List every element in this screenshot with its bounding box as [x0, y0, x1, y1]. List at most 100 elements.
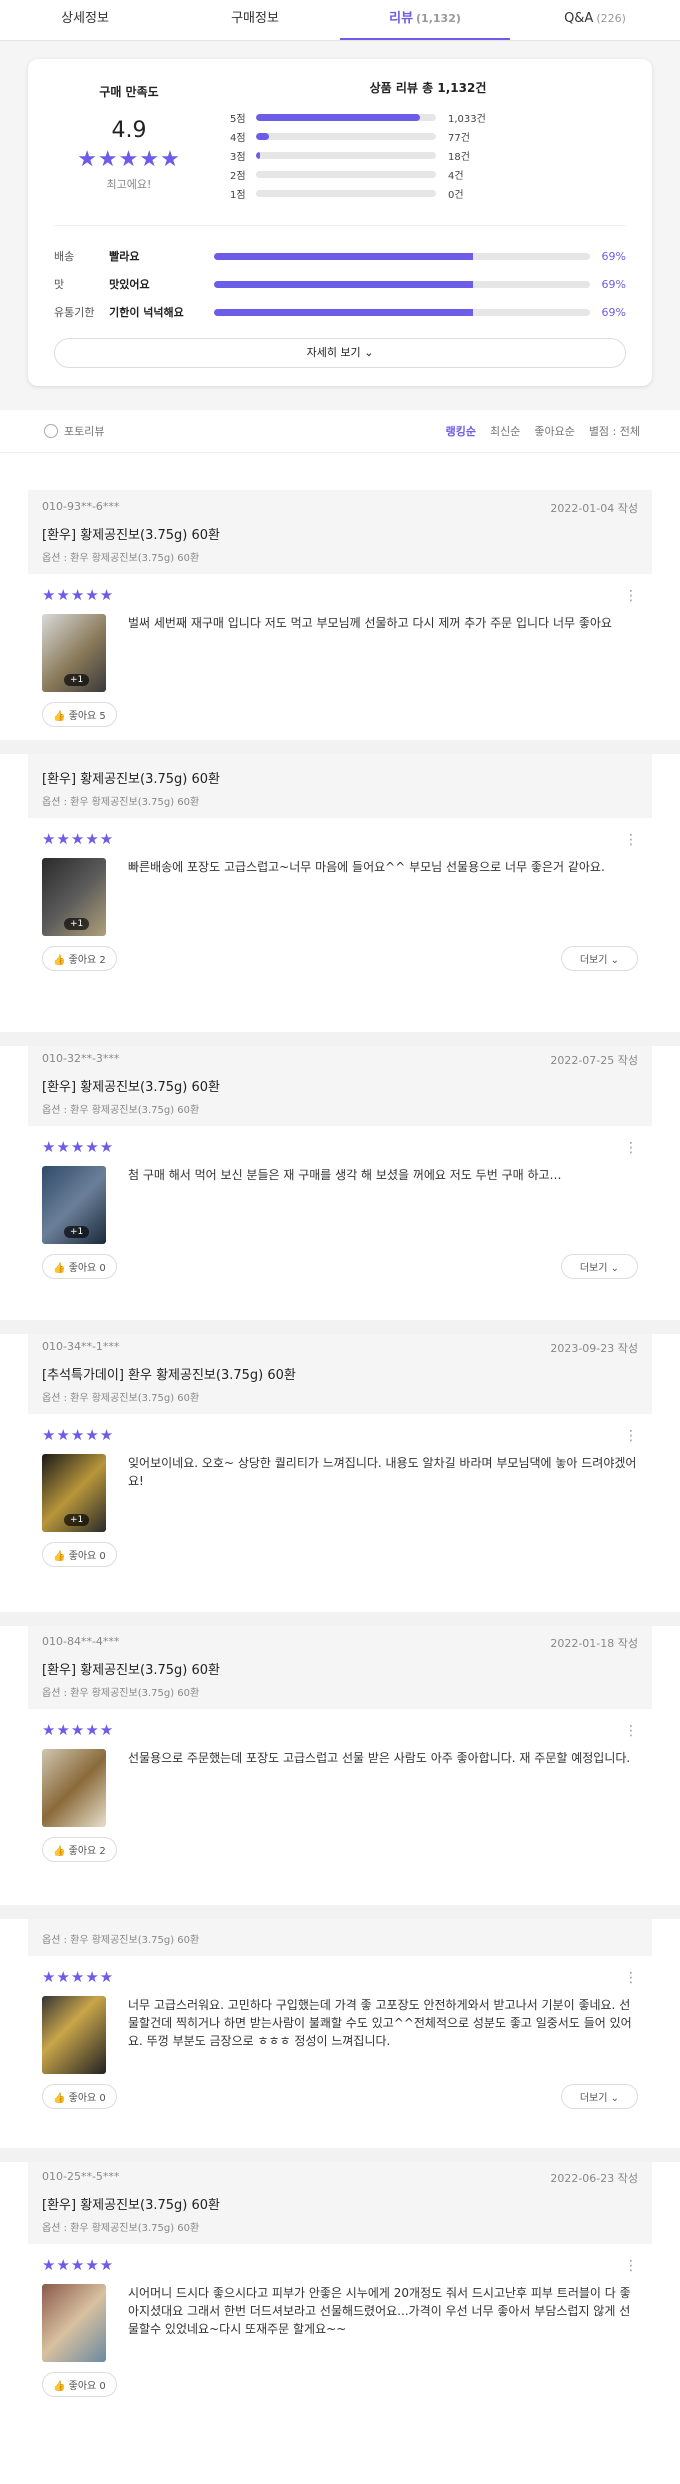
review-more-button[interactable]: 더보기 ⌄ — [560, 1254, 638, 1279]
review-body: ★★★★★ ⋮ 시어머니 드시다 좋으시다고 피부가 안좋은 시누에게 20개정도 … — [28, 2244, 652, 2409]
review-item: 옵션 : 환우 황제공진보(3.75g) 60환 ★★★★★ ⋮ 너무 고급스러워요.… — [28, 1915, 652, 2121]
review-option: 옵션 : 환우 황제공진보(3.75g) 60환 — [42, 1393, 200, 1404]
like-button[interactable]: 👍 좋아요 2 — [42, 1837, 117, 1862]
review-product-title: [환우] 황제공진보(3.75g) 60환 — [42, 772, 220, 787]
review-more-label: 더보기 — [579, 955, 608, 966]
more-options-icon[interactable]: ⋮ — [624, 588, 638, 604]
review-more-button[interactable]: 더보기 ⌄ — [560, 946, 638, 971]
tab-qna[interactable]: Q&A (226) — [510, 0, 680, 40]
attribute-fill — [213, 280, 473, 288]
photo-review-toggle[interactable]: 포토리뷰 — [44, 423, 104, 439]
review-option: 옵션 : 환우 황제공진보(3.75g) 60환 — [42, 553, 200, 564]
tab-purchase[interactable]: 구매정보 — [170, 0, 340, 40]
like-count: 좋아요 0 — [68, 1551, 106, 1562]
thumbs-up-icon: 👍 — [53, 1846, 69, 1857]
like-button[interactable]: 👍 좋아요 2 — [42, 946, 117, 971]
photo-count-badge: +1 — [64, 1514, 90, 1526]
rating-dist-count: 77건 — [448, 133, 470, 144]
attribute-bar — [213, 280, 590, 288]
review-content: 시어머니 드시다 좋으시다고 피부가 안좋은 시누에게 20개정도 줘서 드시고… — [42, 2284, 638, 2362]
star-rating-icon: ★★★★★ — [42, 830, 115, 848]
review-photo-thumbnail[interactable]: +1 — [42, 1166, 106, 1244]
review-content: 너무 고급스러워요. 고민하다 구입했는데 가격 좋 고포장도 안전하게와서 받… — [42, 1996, 638, 2074]
rating-dist-count: 1,033건 — [448, 114, 486, 125]
rating-dist-label: 5점 — [230, 114, 246, 125]
rating-dist-label: 4점 — [230, 133, 246, 144]
more-options-icon[interactable]: ⋮ — [624, 832, 638, 848]
attribute-fill — [213, 308, 473, 316]
tab-detail[interactable]: 상세정보 — [0, 0, 170, 40]
reviewer-id: 010-84**-4*** — [42, 1635, 120, 1648]
sort-likes[interactable]: 좋아요순 — [534, 423, 574, 439]
review-photo-thumbnail[interactable]: +1 — [42, 614, 106, 692]
section-divider — [0, 1905, 680, 1919]
review-meta: 010-84**-4*** 2022-01-18 작성 — [42, 1635, 638, 1651]
detail-view-button[interactable]: 자세히 보기 ⌄ — [54, 338, 626, 368]
sort-ranking[interactable]: 랭킹순 — [446, 423, 476, 439]
review-photo-thumbnail[interactable]: +1 — [42, 858, 106, 936]
review-photo-thumbnail[interactable]: +1 — [42, 1454, 106, 1532]
star-rating-icon: ★★★★★ — [42, 1721, 115, 1739]
thumbs-up-icon: 👍 — [53, 711, 69, 722]
review-content: +1 빠른배송에 포장도 고급스럽고~너무 마음에 들어요^^ 부모님 선물용으로… — [42, 858, 638, 936]
tab-bar: 상세정보 구매정보 리뷰 (1,132) Q&A (226) — [0, 0, 680, 41]
review-photo-thumbnail[interactable] — [42, 1996, 106, 2074]
like-button[interactable]: 👍 좋아요 0 — [42, 1542, 117, 1567]
review-text: 빠른배송에 포장도 고급스럽고~너무 마음에 들어요^^ 부모님 선물용으로 너… — [128, 860, 605, 874]
star-rating-icon: ★★★★★ — [42, 1138, 115, 1156]
attribute-value: 빨라요 — [109, 250, 140, 263]
rating-dist-fill — [256, 133, 269, 140]
satisfaction-title: 구매 만족도 — [99, 85, 159, 99]
check-circle-icon — [44, 424, 58, 438]
review-option: 옵션 : 환우 황제공진보(3.75g) 60환 — [42, 1688, 200, 1699]
review-product-header: 010-84**-4*** 2022-01-18 작성 [환우] 황제공진보(3.7… — [28, 1625, 652, 1709]
rating-dist-bar — [256, 171, 436, 178]
star-rating-icon: ★★★★★ — [42, 1426, 115, 1444]
rating-filter[interactable]: 별점 : 전체 — [589, 423, 640, 439]
review-total-title: 상품 리뷰 총 1,132건 — [369, 81, 487, 95]
more-options-icon[interactable]: ⋮ — [624, 2258, 638, 2274]
like-button[interactable]: 👍 좋아요 0 — [42, 1254, 117, 1279]
review-date: 2023-09-23 작성 — [550, 1342, 638, 1355]
like-count: 좋아요 2 — [68, 955, 106, 966]
review-photo-thumbnail[interactable] — [42, 1749, 106, 1827]
review-photo-thumbnail[interactable] — [42, 2284, 106, 2362]
tab-review[interactable]: 리뷰 (1,132) — [340, 0, 510, 40]
review-text: 잊어보이네요. 오호~ 상당한 퀄리티가 느껴집니다. 내용도 알차길 바라며 … — [128, 1456, 637, 1488]
review-text: 시어머니 드시다 좋으시다고 피부가 안좋은 시누에게 20개정도 줘서 드시고… — [128, 2286, 631, 2336]
rating-dist-row: 1점 0건 — [230, 184, 626, 203]
thumbs-up-icon: 👍 — [53, 1551, 69, 1562]
rating-distribution: 상품 리뷰 총 1,132건 5점 1,033건 4점 77건 3점 18건 2점 4건 1점 0… — [204, 79, 626, 203]
star-rating-icon: ★★★★★ — [42, 586, 115, 604]
review-item: 010-93**-6*** 2022-01-04 작성 [환우] 황제공진보(3.7… — [28, 490, 652, 739]
section-divider — [0, 1320, 680, 1334]
review-content: +1 벌써 세번째 재구매 입니다 저도 먹고 부모님께 선물하고 다시 제꺼 추… — [42, 614, 638, 692]
attribute-row: 유통기한 기한이 넉넉해요 69% — [54, 298, 626, 326]
more-options-icon[interactable]: ⋮ — [624, 1140, 638, 1156]
review-more-button[interactable]: 더보기 ⌄ — [560, 2084, 638, 2109]
review-product-title: [환우] 황제공진보(3.75g) 60환 — [42, 1663, 220, 1678]
review-more-label: 더보기 — [579, 2093, 608, 2104]
attribute-percent: 69% — [601, 249, 626, 263]
sort-latest[interactable]: 최신순 — [490, 423, 520, 439]
like-button[interactable]: 👍 좋아요 0 — [42, 2084, 117, 2109]
review-product-header: 010-32**-3*** 2022-07-25 작성 [환우] 황제공진보(3.7… — [28, 1042, 652, 1126]
rating-dist-row: 4점 77건 — [230, 127, 626, 146]
more-options-icon[interactable]: ⋮ — [624, 1723, 638, 1739]
review-date: 2022-01-18 작성 — [550, 1637, 638, 1650]
thumbs-up-icon: 👍 — [53, 2093, 69, 2104]
review-item: 010-84**-4*** 2022-01-18 작성 [환우] 황제공진보(3.7… — [28, 1625, 652, 1874]
chevron-down-icon: ⌄ — [607, 1263, 619, 1274]
review-date: 2022-07-25 작성 — [550, 1054, 638, 1067]
review-summary-section: 구매 만족도 4.9 ★★★★★ 최고에요! 상품 리뷰 총 1,132건 5점… — [0, 41, 680, 410]
review-summary-card: 구매 만족도 4.9 ★★★★★ 최고에요! 상품 리뷰 총 1,132건 5점… — [28, 59, 652, 386]
review-footer: 👍 좋아요 5 — [42, 702, 638, 727]
review-footer: 👍 좋아요 2 더보기 ⌄ — [42, 946, 638, 971]
review-option: 옵션 : 환우 황제공진보(3.75g) 60환 — [42, 1935, 200, 1946]
like-button[interactable]: 👍 좋아요 5 — [42, 702, 117, 727]
more-options-icon[interactable]: ⋮ — [624, 1970, 638, 1986]
review-date: 2022-01-04 작성 — [550, 502, 638, 515]
like-button[interactable]: 👍 좋아요 0 — [42, 2372, 117, 2397]
review-product-title: [환우] 황제공진보(3.75g) 60환 — [42, 2198, 220, 2213]
more-options-icon[interactable]: ⋮ — [624, 1428, 638, 1444]
